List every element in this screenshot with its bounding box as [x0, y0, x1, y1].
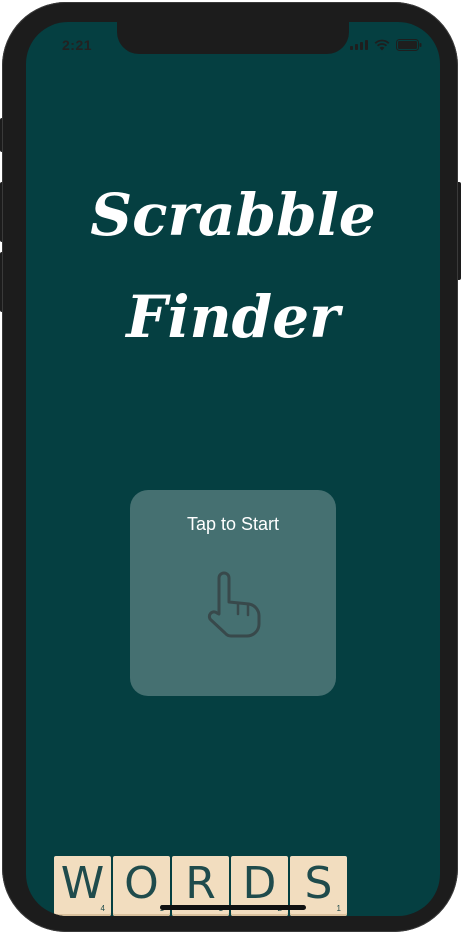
- app-title-line2: Finder: [126, 283, 340, 351]
- tile-letter: O: [124, 858, 159, 909]
- battery-icon: [396, 39, 422, 51]
- app-title-line1: Scrabble: [90, 181, 376, 249]
- tile-letter: D: [242, 858, 277, 909]
- tile-letter: R: [185, 858, 216, 909]
- cellular-signal-icon: [350, 40, 368, 50]
- pointing-hand-icon: [207, 571, 261, 638]
- status-icons: [350, 39, 422, 51]
- device-frame: 2:21 Scrabble Finder Tap to Start W 4 O …: [2, 2, 458, 932]
- notch: [117, 22, 349, 54]
- status-time: 2:21: [62, 37, 93, 53]
- app-title: Scrabble Finder: [26, 164, 440, 368]
- letter-tile: W 4: [54, 856, 111, 916]
- home-indicator[interactable]: [160, 905, 306, 910]
- tap-to-start-label: Tap to Start: [186, 514, 280, 534]
- tile-letter: S: [304, 858, 333, 909]
- tile-letter: W: [60, 858, 105, 909]
- tile-score: 1: [336, 904, 341, 913]
- wifi-icon: [374, 39, 390, 51]
- tile-score: 4: [100, 904, 105, 913]
- app-screen: 2:21 Scrabble Finder Tap to Start W 4 O …: [26, 22, 440, 916]
- tap-to-start-button[interactable]: Tap to Start: [130, 490, 336, 696]
